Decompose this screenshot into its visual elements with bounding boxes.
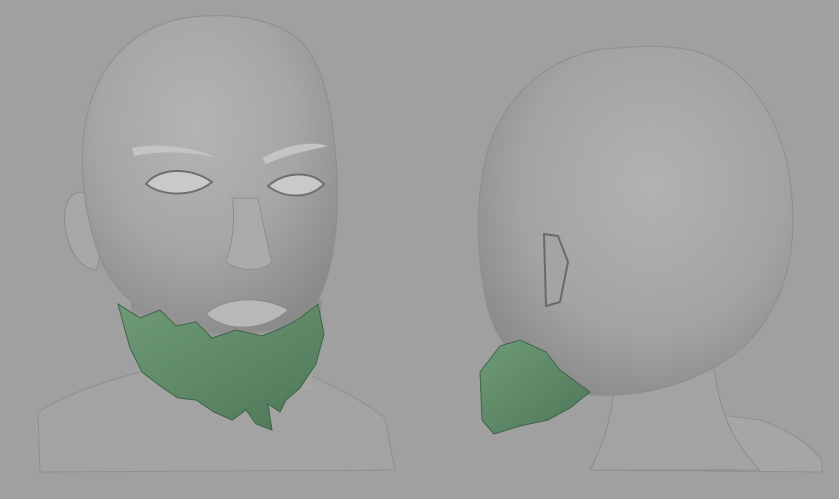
front-three-quarter-view[interactable]: [37, 15, 396, 473]
3d-viewport[interactable]: [0, 0, 839, 499]
back-three-quarter-view[interactable]: [477, 45, 823, 473]
viewport-canvas: [37, 15, 823, 473]
